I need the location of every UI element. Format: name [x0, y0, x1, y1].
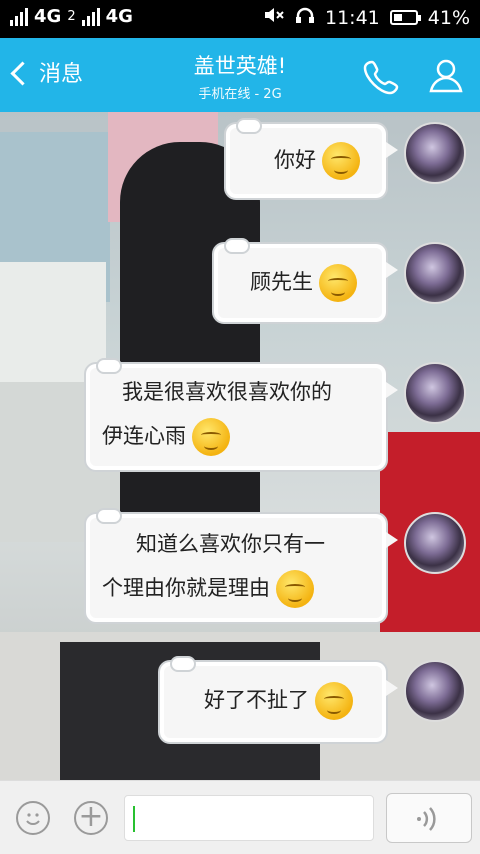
sim-2-label: 2 [67, 8, 76, 24]
avatar[interactable] [404, 660, 466, 722]
message-text: 好了不扯了 [204, 688, 309, 712]
person-icon[interactable] [426, 56, 466, 96]
message-text-line-2: 伊连心雨 [102, 424, 186, 448]
message-bubble[interactable]: 知道么喜欢你只有一 个理由你就是理由 [84, 508, 398, 624]
chat-screen: 4G 2 4G 11:41 41% 消息 盖世英雄! 手机在线 - 2G 你好 … [0, 0, 480, 854]
message-bubble[interactable]: 我是很喜欢很喜欢你的 伊连心雨 [84, 358, 398, 472]
message-row: 顾先生 [212, 238, 466, 324]
voice-icon[interactable] [386, 793, 472, 843]
contact-title: 盖世英雄! 手机在线 - 2G [0, 50, 480, 102]
network-type-1: 4G [34, 6, 62, 27]
smile-emoji-icon [319, 264, 357, 302]
message-bubble[interactable]: 顾先生 [212, 238, 398, 324]
message-text: 顾先生 [250, 270, 313, 294]
message-input[interactable] [124, 795, 374, 841]
avatar[interactable] [404, 242, 466, 304]
smile-emoji-icon [322, 142, 360, 180]
message-text-line-2: 个理由你就是理由 [102, 576, 270, 600]
text-cursor [133, 806, 135, 832]
plus-icon[interactable]: + [74, 801, 108, 835]
signal-icon [10, 7, 28, 26]
avatar[interactable] [404, 512, 466, 574]
phone-icon[interactable] [362, 56, 402, 96]
message-row: 我是很喜欢很喜欢你的 伊连心雨 [84, 358, 466, 472]
smile-emoji-icon [192, 418, 230, 456]
smile-emoji-icon [276, 570, 314, 608]
status-bar: 4G 2 4G 11:41 41% [0, 0, 480, 38]
message-row: 你好 [224, 118, 466, 200]
chat-area[interactable]: 你好 顾先生 我是很喜欢很喜欢你的 伊连心雨 知道么喜欢你只有一 个理由你就是理… [0, 112, 480, 780]
headphone-icon [295, 6, 315, 29]
avatar[interactable] [404, 362, 466, 424]
avatar[interactable] [404, 122, 466, 184]
message-row: 好了不扯了 [158, 656, 466, 744]
input-bar: + [0, 780, 480, 854]
clock: 11:41 [325, 6, 380, 29]
battery-icon [389, 10, 421, 25]
contact-name: 盖世英雄! [193, 54, 287, 78]
message-bubble[interactable]: 你好 [224, 118, 398, 200]
mute-icon [263, 6, 285, 29]
message-row: 知道么喜欢你只有一 个理由你就是理由 [84, 508, 466, 624]
message-text-line-1: 知道么喜欢你只有一 [136, 532, 325, 556]
message-text: 你好 [274, 148, 316, 172]
chat-header: 消息 盖世英雄! 手机在线 - 2G [0, 38, 480, 112]
network-type-2: 4G [105, 6, 133, 27]
message-text-line-1: 我是很喜欢很喜欢你的 [122, 380, 332, 404]
smiley-icon[interactable] [16, 801, 50, 835]
smile-emoji-icon [315, 682, 353, 720]
battery-percent: 41% [427, 6, 470, 29]
signal-icon-2 [81, 7, 100, 26]
message-bubble[interactable]: 好了不扯了 [158, 656, 398, 744]
contact-status: 手机在线 - 2G [198, 87, 282, 102]
